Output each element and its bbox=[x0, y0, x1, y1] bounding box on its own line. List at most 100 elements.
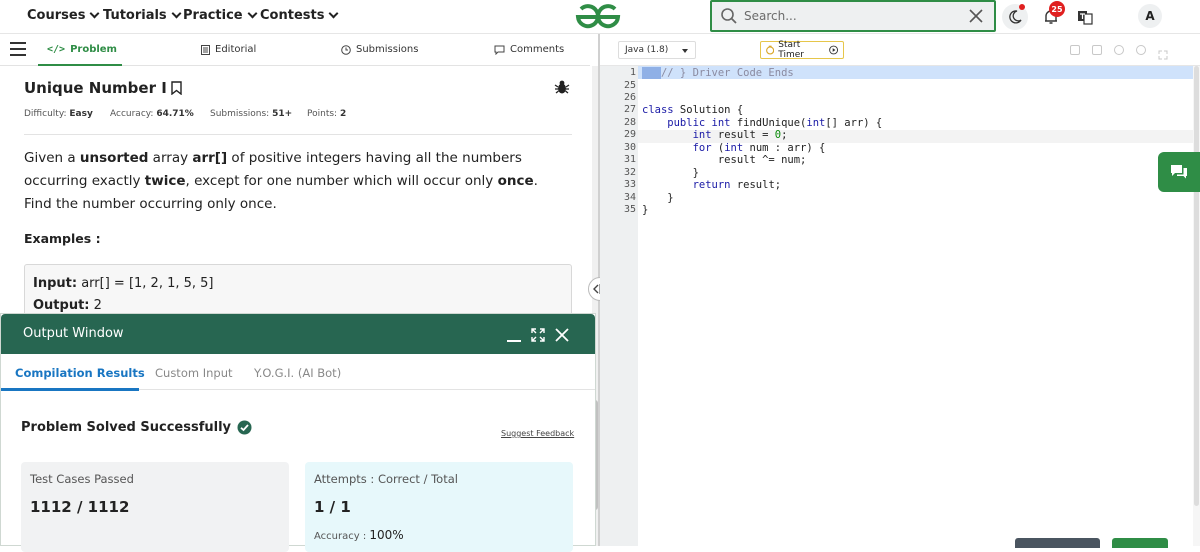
close-icon[interactable] bbox=[555, 328, 569, 342]
import-icon[interactable] bbox=[1092, 45, 1102, 55]
fold-marker[interactable]: <-> bbox=[642, 67, 661, 79]
line-number: 1 bbox=[629, 67, 636, 78]
code-area[interactable]: <->// } Driver Code Ends class Solution … bbox=[638, 66, 1193, 546]
search-box[interactable] bbox=[710, 0, 996, 32]
document-icon bbox=[201, 44, 210, 55]
chevron-down-icon bbox=[89, 8, 100, 19]
editor-scrollbar-thumb[interactable] bbox=[1194, 66, 1199, 506]
code-line: } bbox=[642, 192, 674, 204]
fullscreen-glyph-icon bbox=[1158, 50, 1168, 60]
menu-icon[interactable] bbox=[10, 42, 26, 56]
tab-yogi-ai-bot[interactable]: Y.O.G.I. (AI Bot) bbox=[254, 366, 341, 380]
settings-icon[interactable] bbox=[1114, 45, 1124, 55]
output-header: Output Window bbox=[1, 314, 595, 354]
translate-button[interactable] bbox=[1072, 4, 1098, 30]
result-status: Problem Solved Successfully bbox=[21, 420, 252, 435]
problem-description: Given a unsorted array arr[] of positive… bbox=[24, 150, 538, 212]
code-line: return result; bbox=[642, 179, 782, 191]
test-cases-label: Test Cases Passed bbox=[30, 472, 134, 486]
tab-submissions[interactable]: Submissions bbox=[341, 44, 418, 55]
line-number: 28 bbox=[623, 117, 636, 128]
code-line: class Solution { bbox=[642, 104, 744, 116]
suggest-feedback-link[interactable]: Suggest Feedback bbox=[501, 429, 574, 438]
copy-icon[interactable] bbox=[1070, 45, 1080, 55]
code-line: } bbox=[642, 167, 699, 179]
tab-problem[interactable]: </> Problem bbox=[47, 44, 117, 55]
examples-heading: Examples : bbox=[24, 231, 101, 246]
output-title: Output Window bbox=[23, 326, 124, 341]
problem-tabs: </> Problem Editorial Submissions Commen… bbox=[0, 34, 590, 66]
bookmark-icon[interactable] bbox=[171, 81, 182, 95]
search-input[interactable] bbox=[744, 9, 964, 23]
code-line: result ^= num; bbox=[642, 154, 807, 166]
minimize-icon[interactable] bbox=[507, 340, 521, 342]
chevron-down-icon bbox=[247, 8, 258, 19]
expand-icon[interactable] bbox=[531, 328, 545, 342]
search-icon bbox=[721, 8, 737, 24]
code-line: public int findUnique(int[] arr) { bbox=[642, 117, 883, 129]
attempts-card: Attempts : Correct / Total 1 / 1 Accurac… bbox=[305, 462, 573, 552]
attempts-label: Attempts : Correct / Total bbox=[314, 472, 458, 486]
accuracy-result: Accuracy : 100% bbox=[314, 528, 404, 542]
line-number: 31 bbox=[623, 154, 636, 165]
nav-tutorials[interactable]: Tutorials bbox=[103, 8, 182, 23]
line-number: 32 bbox=[623, 167, 636, 178]
line-number: 26 bbox=[623, 92, 636, 103]
chevron-down-icon bbox=[171, 8, 182, 19]
top-navbar: Courses Tutorials Practice Contests 25 A bbox=[0, 0, 1200, 34]
caret-down-icon bbox=[682, 49, 688, 53]
output-window: Output Window Compilation Results Custom… bbox=[0, 313, 596, 552]
tab-comments[interactable]: Comments bbox=[494, 44, 564, 55]
code-line: <->// } Driver Code Ends bbox=[642, 67, 794, 79]
problem-title: Unique Number I bbox=[24, 79, 182, 97]
chat-icon bbox=[1171, 165, 1187, 179]
line-number: 34 bbox=[623, 192, 636, 203]
avatar[interactable]: A bbox=[1138, 4, 1162, 28]
divider bbox=[24, 134, 572, 135]
active-tab-indicator bbox=[38, 64, 122, 66]
nav-courses[interactable]: Courses bbox=[27, 8, 100, 23]
difficulty-meta: Difficulty: Easy bbox=[24, 109, 93, 119]
line-number: 30 bbox=[623, 142, 636, 153]
line-number: 29 bbox=[623, 129, 636, 140]
tab-editorial[interactable]: Editorial bbox=[201, 44, 256, 55]
code-icon: </> bbox=[47, 44, 66, 55]
start-timer-button[interactable]: Start Timer bbox=[760, 40, 844, 60]
code-line: int result = 0; bbox=[642, 129, 788, 141]
chat-button[interactable] bbox=[1158, 152, 1200, 192]
test-cases-value: 1112 / 1112 bbox=[30, 498, 130, 516]
output-tabs: Compilation Results Custom Input Y.O.G.I… bbox=[1, 354, 595, 390]
fullscreen-icon[interactable] bbox=[1158, 45, 1168, 60]
code-line: for (int num : arr) { bbox=[642, 142, 826, 154]
nav-practice[interactable]: Practice bbox=[183, 8, 258, 23]
submit-button[interactable] bbox=[1112, 538, 1168, 548]
play-icon bbox=[828, 45, 838, 55]
code-editor-panel: Java (1.8) Start Timer 1 25 26 27 28 29 … bbox=[600, 34, 1200, 546]
bug-report-icon[interactable] bbox=[554, 79, 570, 95]
nav-contests[interactable]: Contests bbox=[260, 8, 339, 23]
attempts-value: 1 / 1 bbox=[314, 498, 351, 516]
line-number: 33 bbox=[623, 179, 636, 190]
code-line: } bbox=[642, 204, 649, 216]
chevron-down-icon bbox=[329, 8, 339, 19]
tab-custom-input[interactable]: Custom Input bbox=[155, 366, 233, 380]
line-number: 25 bbox=[623, 80, 636, 91]
submissions-meta: Submissions: 51+ bbox=[210, 109, 293, 119]
notification-badge: 25 bbox=[1049, 1, 1065, 17]
comment-icon bbox=[494, 45, 505, 55]
test-cases-card: Test Cases Passed 1112 / 1112 bbox=[21, 462, 289, 552]
active-tab-indicator bbox=[1, 388, 139, 391]
close-icon[interactable] bbox=[968, 8, 984, 24]
translate-icon bbox=[1078, 11, 1093, 25]
line-number: 27 bbox=[623, 104, 636, 115]
tab-compilation-results[interactable]: Compilation Results bbox=[15, 366, 145, 380]
clock-icon bbox=[341, 44, 351, 55]
compile-run-button[interactable] bbox=[1015, 538, 1100, 548]
moon-icon bbox=[1009, 10, 1022, 24]
reset-icon[interactable] bbox=[1136, 45, 1146, 55]
line-number: 35 bbox=[623, 204, 636, 215]
status-dot bbox=[1019, 4, 1025, 10]
gfg-logo-icon[interactable] bbox=[574, 3, 622, 31]
editor-toolbar: Java (1.8) Start Timer bbox=[600, 34, 1200, 66]
points-meta: Points: 2 bbox=[307, 109, 347, 119]
